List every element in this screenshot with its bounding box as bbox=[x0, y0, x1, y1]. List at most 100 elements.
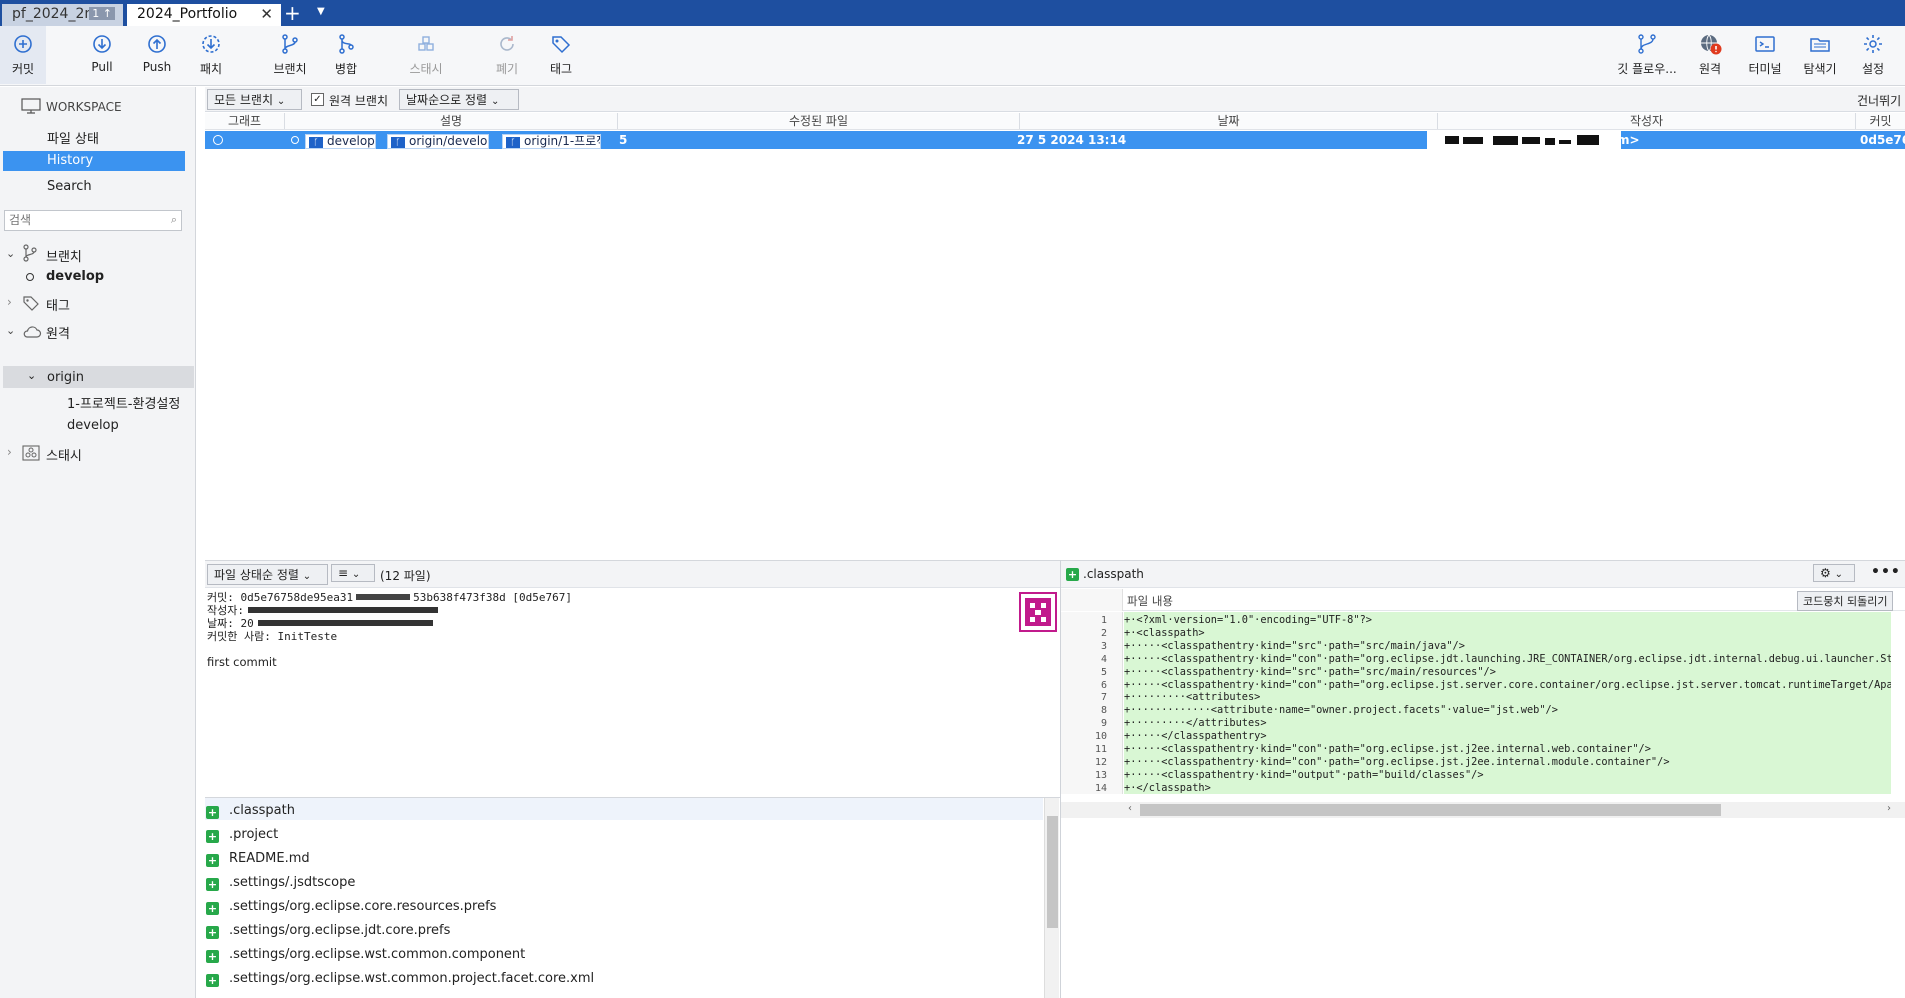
tab-dropdown-chevron-icon[interactable]: ▼ bbox=[317, 6, 325, 17]
settings-label: 설정 bbox=[1861, 62, 1885, 76]
diff-filename: .classpath bbox=[1083, 567, 1144, 581]
list-item[interactable]: + .classpath bbox=[206, 799, 295, 823]
remote-branch-checkbox[interactable]: ✓ bbox=[311, 93, 324, 106]
sidebar-item-file-status[interactable]: 파일 상태 bbox=[47, 128, 99, 147]
line-text: +·····<classpathentry·kind="src"·path="s… bbox=[1124, 639, 1465, 652]
column-header-graph[interactable]: 그래프 bbox=[205, 113, 285, 129]
scroll-left-icon[interactable]: ‹ bbox=[1128, 803, 1132, 814]
git-flow-label: 깃 플로우... bbox=[1617, 62, 1677, 76]
list-item[interactable]: + .project bbox=[206, 823, 278, 847]
terminal-label: 터미널 bbox=[1748, 62, 1782, 76]
more-options-icon[interactable]: ••• bbox=[1871, 564, 1901, 580]
scrollbar-thumb[interactable] bbox=[1140, 804, 1721, 816]
fetch-button[interactable]: 패치 bbox=[179, 32, 243, 77]
scroll-right-icon[interactable]: › bbox=[1887, 803, 1891, 814]
list-item[interactable]: + .settings/org.eclipse.jdt.core.prefs bbox=[206, 919, 450, 943]
list-item[interactable]: + .settings/org.eclipse.wst.common.compon… bbox=[206, 943, 525, 967]
sidebar-item-search[interactable]: Search bbox=[47, 179, 92, 194]
branch-filter-label: 모든 브랜치 bbox=[214, 93, 274, 107]
search-input[interactable] bbox=[5, 211, 155, 229]
file-name: .classpath bbox=[229, 803, 295, 818]
file-list-scrollbar[interactable] bbox=[1044, 798, 1059, 998]
settings-button[interactable]: 설정 bbox=[1843, 32, 1903, 77]
column-header-author[interactable]: 작성자 bbox=[1438, 113, 1856, 129]
chevron-down-icon[interactable]: ⌄ bbox=[6, 324, 15, 337]
line-number: 13 bbox=[1094, 769, 1107, 781]
ahead-badge: 1 ↑ bbox=[89, 7, 115, 20]
tab-label: 2024_Portfolio bbox=[137, 6, 238, 22]
chevron-right-icon[interactable]: › bbox=[7, 295, 12, 309]
commit-row-selected[interactable]: ᚴdevelop ᚴorigin/develop ᚴorigin/1-프로젝트 … bbox=[205, 131, 1905, 149]
file-name: README.md bbox=[229, 851, 310, 866]
view-mode-dropdown[interactable]: ≡ ⌄ bbox=[331, 564, 375, 582]
sidebar-item-history[interactable]: History bbox=[3, 151, 185, 171]
git-flow-button[interactable]: 깃 플로우... bbox=[1612, 32, 1682, 77]
sidebar-remote-branch[interactable]: 1-프로젝트-환경설정 bbox=[67, 393, 180, 412]
sidebar-remote-origin[interactable]: ⌄ origin bbox=[3, 366, 194, 388]
added-icon: + bbox=[206, 806, 219, 819]
file-sort-label: 파일 상태순 정렬 bbox=[214, 568, 299, 582]
list-item[interactable]: + .settings/org.eclipse.core.resources.pr… bbox=[206, 895, 496, 919]
diff-options-dropdown[interactable]: ⚙ ⌄ bbox=[1813, 564, 1855, 582]
close-icon[interactable]: ✕ bbox=[260, 5, 273, 23]
revert-hunk-button[interactable]: 코드뭉치 되돌리기 bbox=[1797, 591, 1894, 611]
sidebar-tags-heading[interactable]: 태그 bbox=[46, 295, 70, 314]
list-item[interactable]: + .settings/.jsdtscope bbox=[206, 871, 355, 895]
sort-dropdown[interactable]: 날짜순으로 정렬 ⌄ bbox=[399, 89, 519, 110]
file-count: (12 파일) bbox=[380, 569, 431, 583]
file-sort-dropdown[interactable]: 파일 상태순 정렬 ⌄ bbox=[207, 564, 328, 585]
column-header-date[interactable]: 날짜 bbox=[1020, 113, 1438, 129]
tab-pf-2024-2nd[interactable]: pf_2024_2nd 1 ↑ bbox=[2, 4, 123, 26]
chevron-down-icon: ⌄ bbox=[302, 571, 312, 582]
chevron-down-icon: ⌄ bbox=[490, 96, 500, 107]
sidebar-remote-branch[interactable]: develop bbox=[67, 418, 119, 433]
merge-button[interactable]: 병합 bbox=[314, 32, 378, 77]
line-text: +·<?xml·version="1.0"·encoding="UTF-8"?> bbox=[1124, 614, 1372, 626]
history-table-header: 그래프 설명 수정된 파일 날짜 작성자 커밋 bbox=[205, 113, 1905, 130]
column-header-commit[interactable]: 커밋 bbox=[1856, 113, 1905, 129]
line-text: +·····<classpathentry·kind="con"·path="o… bbox=[1124, 743, 1651, 755]
branch-button[interactable]: 브랜치 bbox=[258, 32, 322, 77]
skip-link[interactable]: 건너뛰기 bbox=[1857, 92, 1901, 109]
column-header-modified-files[interactable]: 수정된 파일 bbox=[618, 113, 1020, 129]
scrollbar-thumb[interactable] bbox=[1047, 816, 1058, 928]
line-number: 8 bbox=[1100, 705, 1107, 717]
stash-icon bbox=[394, 32, 458, 60]
new-tab-plus-icon[interactable]: + bbox=[284, 1, 301, 25]
diff-horizontal-scrollbar[interactable]: ‹ › bbox=[1061, 802, 1905, 818]
chevron-right-icon[interactable]: › bbox=[7, 445, 12, 459]
sidebar-search-input[interactable]: ⌕ bbox=[4, 210, 182, 231]
sidebar: WORKSPACE 파일 상태 History Search ⌕ ⌄ 브랜치 d… bbox=[0, 87, 196, 998]
tab-2024-portfolio[interactable]: 2024_Portfolio ✕ bbox=[127, 4, 281, 26]
sidebar-branches-heading[interactable]: 브랜치 bbox=[46, 246, 82, 265]
added-icon: + bbox=[206, 830, 219, 843]
line-number: 3 bbox=[1100, 640, 1107, 652]
author-label: 작성자: bbox=[207, 604, 244, 617]
added-icon: + bbox=[206, 878, 219, 891]
redacted-block bbox=[257, 620, 433, 626]
list-item[interactable]: + .settings/org.eclipse.wst.common.projec… bbox=[206, 967, 594, 991]
commit-hash-tail: 53b638f473f38d [0d5e767] bbox=[413, 591, 573, 604]
commit-label: 커밋 bbox=[11, 62, 35, 76]
chevron-down-icon[interactable]: ⌄ bbox=[6, 247, 15, 260]
diff-line: 13 +·····<classpathentry·kind="output"·pa… bbox=[1061, 769, 1891, 782]
diff-line: 11 +·····<classpathentry·kind="con"·path=… bbox=[1061, 743, 1891, 756]
line-text: +·····<classpathentry·kind="con"·path="o… bbox=[1124, 755, 1670, 768]
sidebar-remotes-heading[interactable]: 원격 bbox=[46, 323, 70, 342]
list-item[interactable]: + README.md bbox=[206, 847, 310, 871]
branch-filter-dropdown[interactable]: 모든 브랜치 ⌄ bbox=[207, 89, 302, 110]
diff-line: 9 +·········</attributes> bbox=[1061, 717, 1891, 730]
sidebar-branch-develop[interactable]: develop bbox=[46, 269, 104, 284]
stash-button[interactable]: 스태시 bbox=[394, 32, 458, 77]
diff-code: 1 +·<?xml·version="1.0"·encoding="UTF-8"?… bbox=[1061, 612, 1891, 794]
tag-button[interactable]: 태그 bbox=[529, 32, 593, 77]
column-header-description[interactable]: 설명 bbox=[285, 113, 618, 129]
fetch-label: 패치 bbox=[199, 62, 223, 76]
file-list-selected-bg bbox=[205, 798, 1043, 820]
history-filter-bar: 모든 브랜치 ⌄ ✓ 원격 브랜치 날짜순으로 정렬 ⌄ 건너뛰기 bbox=[205, 87, 1905, 112]
chevron-down-icon: ⌄ bbox=[276, 96, 286, 107]
date-line: 날짜: 20 bbox=[207, 617, 1052, 630]
diff-line: 8 +·············<attribute·name="owner.pr… bbox=[1061, 704, 1891, 717]
sidebar-stash-heading[interactable]: 스태시 bbox=[46, 445, 82, 464]
commit-button[interactable]: 커밋 bbox=[0, 26, 46, 84]
